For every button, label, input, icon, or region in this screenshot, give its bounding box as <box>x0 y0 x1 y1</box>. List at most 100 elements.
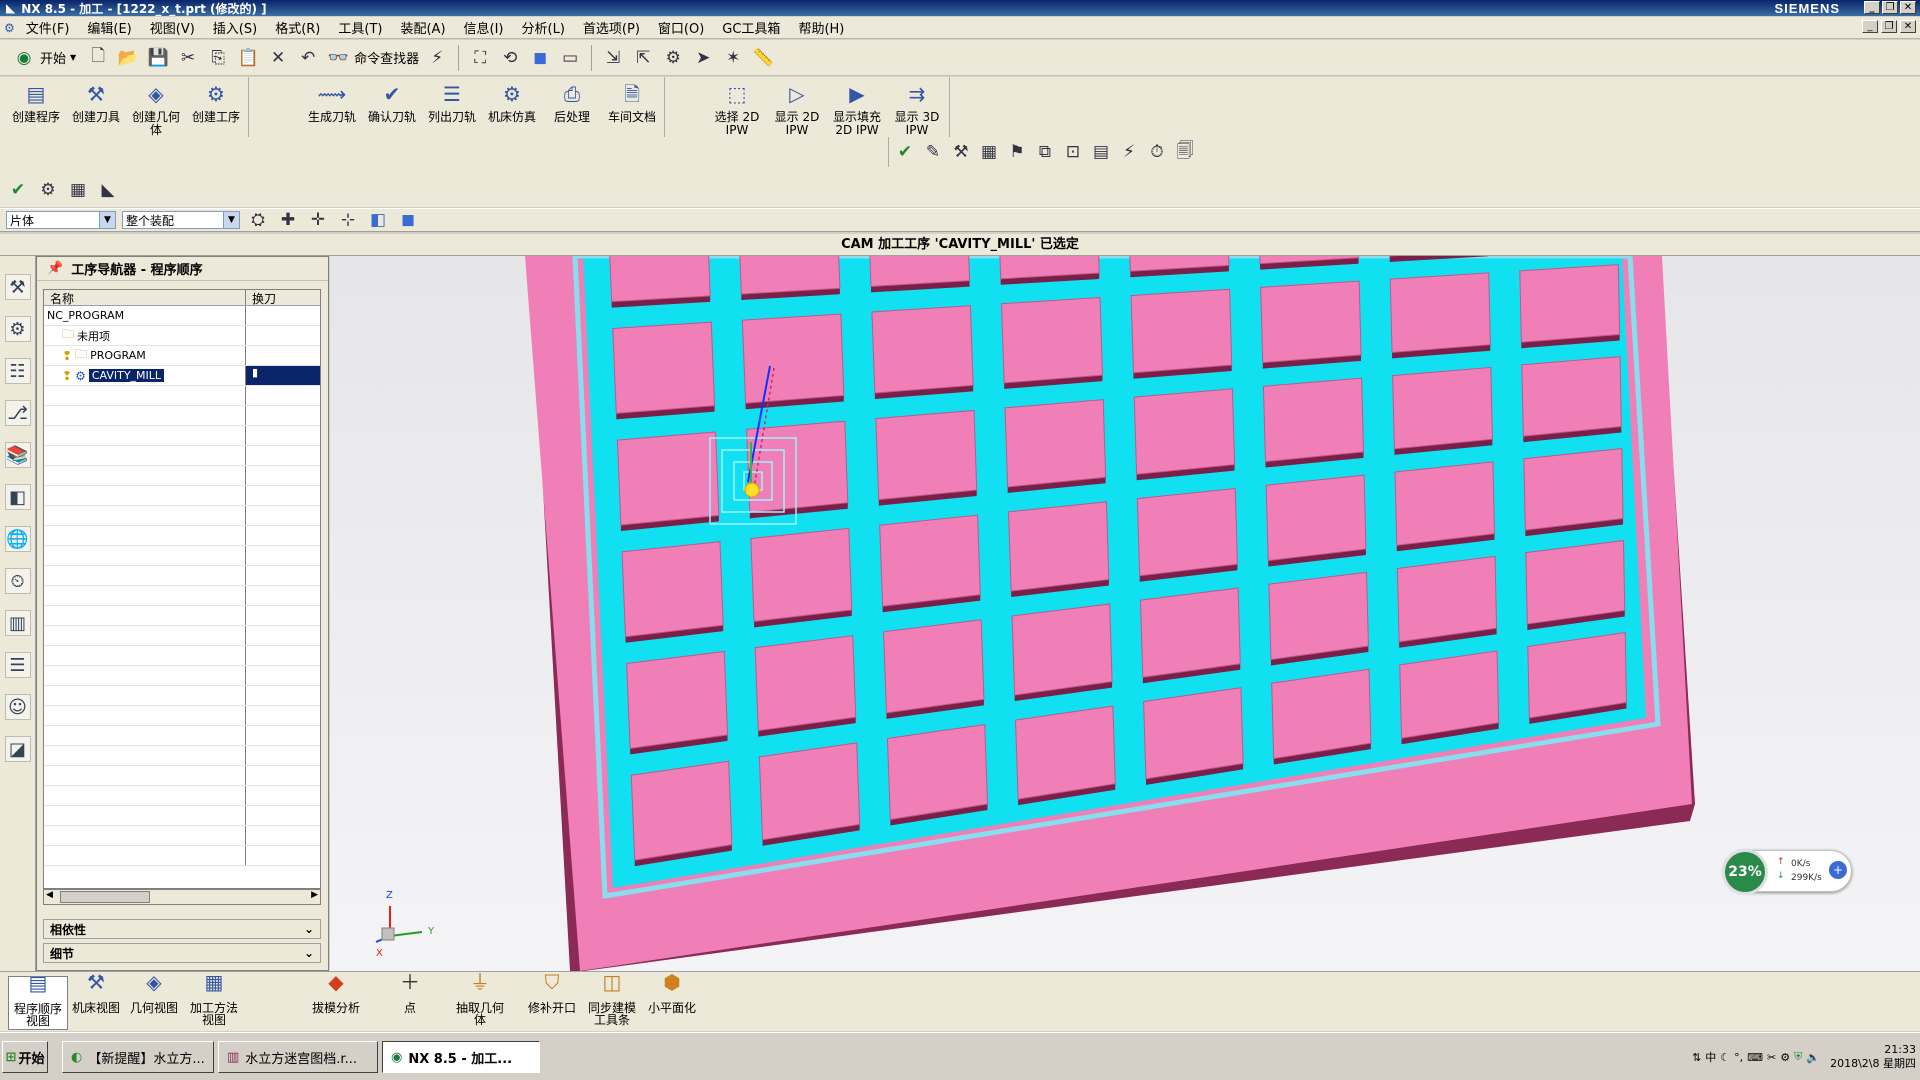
machine-view-button[interactable]: ⚒ 机床视图 <box>66 972 126 1014</box>
menu-info[interactable]: 信息(I) <box>455 18 513 37</box>
scrollbar-thumb[interactable] <box>60 891 150 903</box>
method-view-button[interactable]: ▦ 加工方法 视图 <box>184 972 244 1026</box>
clock[interactable]: 21:33 2018\2\8 星期四 <box>1830 1043 1916 1071</box>
restore-button[interactable]: ❐ <box>1882 1 1898 14</box>
create-geometry-button[interactable]: ◈ 创建几何 体 <box>126 77 186 137</box>
doc-close-button[interactable]: ✕ <box>1900 20 1916 33</box>
geometry-view-button[interactable]: ◈ 几何视图 <box>124 972 184 1014</box>
save-icon[interactable]: 💾 <box>146 46 170 70</box>
shirt-icon[interactable]: ✂ <box>1767 1051 1776 1064</box>
windows-start-button[interactable]: ⊞ 开始 <box>2 1041 48 1073</box>
flag-icon[interactable]: ⚑ <box>1005 140 1029 164</box>
tree-row-nc-program[interactable]: NC_PROGRAM <box>44 306 320 326</box>
menu-format[interactable]: 格式(R) <box>266 18 329 37</box>
ruler-icon[interactable]: 📏 <box>751 46 775 70</box>
assembly-navigator-icon[interactable]: ☷ <box>4 358 31 384</box>
start-menu-button[interactable]: ◉ 开始 ▼ <box>8 46 80 70</box>
create-operation-button[interactable]: ⚙ 创建工序 <box>186 77 246 137</box>
menu-file[interactable]: 文件(F) <box>17 18 79 37</box>
delete-icon[interactable]: ✕ <box>266 46 290 70</box>
tree-row-unused[interactable]: 🗀 未用项 <box>44 326 320 346</box>
cut-icon[interactable]: ✂ <box>176 46 200 70</box>
sync-modeling-button[interactable]: ◫ 同步建模 工具条 <box>582 972 642 1026</box>
patch-openings-button[interactable]: ⛉ 修补开口 <box>522 972 582 1014</box>
feature-icon[interactable]: ◣ <box>96 178 120 202</box>
taskbar-item-forum[interactable]: ◐ 【新提醒】水立方... <box>62 1041 214 1073</box>
create-program-button[interactable]: ▤ 创建程序 <box>6 77 66 137</box>
doc-restore-button[interactable]: ❐ <box>1881 20 1897 33</box>
tree-row-cavity-mill[interactable]: ❢ ⚙ CAVITY_MILL ▮ <box>44 366 320 386</box>
measure-icon[interactable]: ⚙ <box>661 46 685 70</box>
security-tray-icon[interactable]: ⛨ <box>1794 1050 1802 1064</box>
minimize-button[interactable]: _ <box>1864 1 1880 14</box>
column-tool-change[interactable]: 换刀 <box>246 290 276 306</box>
shop-docs-button[interactable]: 🗎 车间文档 <box>602 77 662 137</box>
generate-toolpath-button[interactable]: ⟿ 生成刀轨 <box>302 77 362 137</box>
paste-object-icon[interactable]: ⊡ <box>1061 140 1085 164</box>
taskbar-item-archive[interactable]: ▥ 水立方迷宫图档.r... <box>218 1041 378 1073</box>
volume-icon[interactable]: 🔈 <box>1806 1051 1820 1064</box>
settings-tray-icon[interactable]: ⚙ <box>1780 1051 1790 1064</box>
scroll-left-icon[interactable]: ◀ <box>46 890 53 900</box>
menu-app-icon[interactable]: ⚙ <box>4 21 15 35</box>
fit-view-icon[interactable]: ⛶ <box>468 46 492 70</box>
shade-cube-icon[interactable]: ◼ <box>396 208 420 232</box>
background-icon[interactable]: ▭ <box>558 46 582 70</box>
snap-icon[interactable]: ⚡ <box>425 46 449 70</box>
shaded-cube-icon[interactable]: ◼ <box>528 46 552 70</box>
machine-navigator-icon[interactable]: ⚙ <box>4 316 31 342</box>
snap-point-icon[interactable]: ✚ <box>276 208 300 232</box>
pin-icon[interactable]: 📌 <box>47 261 63 276</box>
command-finder-button[interactable]: 👓 命令查找器 <box>326 46 420 70</box>
column-name[interactable]: 名称 <box>44 290 246 306</box>
show-3d-ipw-button[interactable]: ⇉ 显示 3D IPW <box>887 77 947 137</box>
punctuation-icon[interactable]: °, <box>1734 1051 1743 1064</box>
point-button[interactable]: ＋点 <box>380 972 440 1014</box>
wcs-icon[interactable]: ⇲ <box>601 46 625 70</box>
filter-icon[interactable]: ⛭ <box>246 208 270 232</box>
view-cube-icon[interactable]: ◧ <box>366 208 390 232</box>
paste-icon[interactable]: 📋 <box>236 46 260 70</box>
taskbar-item-nx[interactable]: ◉ NX 8.5 - 加工... <box>382 1041 540 1073</box>
network-speed-widget[interactable]: 23% 0K/s 299K/s ↑ ↓ + <box>1722 849 1852 895</box>
show-2d-ipw-button[interactable]: ▷ 显示 2D IPW <box>767 77 827 137</box>
menu-edit[interactable]: 编辑(E) <box>78 18 140 37</box>
cad-model-view[interactable]: Y Z X <box>330 256 1920 971</box>
object-icon[interactable]: ⚙ <box>36 178 60 202</box>
open-folder-icon[interactable]: 📂 <box>116 46 140 70</box>
machine-simulation-button[interactable]: ⚙ 机床仿真 <box>482 77 542 137</box>
dependencies-panel[interactable]: 相依性 ⌄ <box>43 919 321 939</box>
program-order-view-button[interactable]: ▤ 程序顺序 视图 <box>8 973 68 1030</box>
operation-navigator-icon[interactable]: ⚒ <box>4 274 31 300</box>
checkmark-icon[interactable]: ✔ <box>893 140 917 164</box>
snap-end-icon[interactable]: ✛ <box>306 208 330 232</box>
menu-gc-toolbox[interactable]: GC工具箱 <box>713 18 789 37</box>
report-icon[interactable]: 🗐 <box>1173 140 1197 164</box>
facetize-button[interactable]: ⬢ 小平面化 <box>642 972 702 1014</box>
keyboard-icon[interactable]: ⌨ <box>1747 1051 1763 1064</box>
menu-preferences[interactable]: 首选项(P) <box>574 18 649 37</box>
horizontal-scrollbar[interactable]: ◀ ▶ <box>43 889 321 905</box>
table-icon[interactable]: ▦ <box>977 140 1001 164</box>
feed-icon[interactable]: ⚡ <box>1117 140 1141 164</box>
copy-object-icon[interactable]: ⧉ <box>1033 140 1057 164</box>
scroll-right-icon[interactable]: ▶ <box>311 890 318 900</box>
grid-icon[interactable]: ▦ <box>66 178 90 202</box>
part-navigator-icon[interactable]: ⎇ <box>4 400 31 426</box>
close-button[interactable]: ✕ <box>1900 1 1916 14</box>
menu-analysis[interactable]: 分析(L) <box>513 18 574 37</box>
select-2d-ipw-button[interactable]: ⬚ 选择 2D IPW <box>707 77 767 137</box>
input-method-icon[interactable]: 中 <box>1705 1049 1716 1065</box>
graphics-window[interactable]: Y Z X <box>330 256 1920 971</box>
menu-insert[interactable]: 插入(S) <box>204 18 266 37</box>
page-icon[interactable]: ▤ <box>1089 140 1113 164</box>
show-filled-2d-ipw-button[interactable]: ▶ 显示填充 2D IPW <box>827 77 887 137</box>
roles-icon[interactable]: ☺ <box>4 694 31 720</box>
selection-scope-select[interactable]: 整个装配 ▼ <box>122 211 240 229</box>
reuse-library-icon[interactable]: 📚 <box>4 442 31 468</box>
details-panel[interactable]: 细节 ⌄ <box>43 943 321 963</box>
new-file-icon[interactable]: 🗋 <box>86 46 110 70</box>
list-toolpath-button[interactable]: ☰ 列出刀轨 <box>422 77 482 137</box>
verify-check-icon[interactable]: ✔ <box>6 178 30 202</box>
copy-icon[interactable]: ⎘ <box>206 46 230 70</box>
